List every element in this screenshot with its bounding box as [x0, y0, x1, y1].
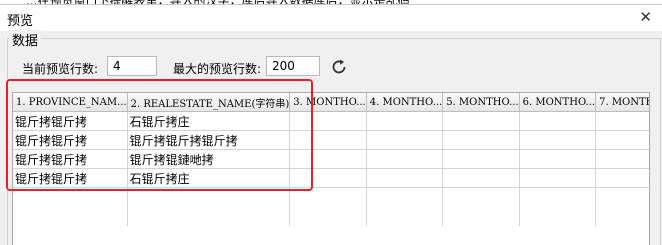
table-cell[interactable] — [366, 111, 444, 131]
table-cell[interactable] — [519, 111, 597, 131]
preview-table: 1. PROVINCE_NAM... 2. REALESTATE_NAME(字符串… — [12, 92, 650, 245]
table-cell[interactable] — [519, 168, 597, 188]
table-row[interactable]: 锟斤拷锟斤拷 石锟斤拷庄 — [13, 111, 649, 131]
table-cell[interactable] — [289, 168, 367, 188]
table-cell[interactable]: 锟斤拷锟斤拷 — [13, 149, 128, 169]
table-cell[interactable] — [366, 149, 444, 169]
column-header[interactable]: 4. MONTHO... — [366, 93, 444, 112]
empty-cell — [519, 206, 597, 226]
table-cell[interactable] — [442, 168, 520, 188]
table-cell[interactable] — [595, 130, 649, 150]
column-header[interactable]: 7. MONTH — [595, 93, 649, 112]
column-header[interactable]: 3. MONTHO... — [289, 93, 367, 112]
table-cell[interactable] — [519, 149, 597, 169]
empty-cell — [13, 187, 128, 207]
table-cell[interactable] — [595, 168, 649, 188]
column-header[interactable]: 1. PROVINCE_NAM... — [13, 93, 128, 112]
empty-cell — [366, 187, 444, 207]
empty-cell — [127, 206, 291, 226]
table-cell[interactable] — [595, 149, 649, 169]
table-cell[interactable] — [289, 149, 367, 169]
table-cell[interactable] — [289, 130, 367, 150]
table-cell[interactable]: 锟斤拷锟斤拷 — [13, 168, 128, 188]
empty-row — [13, 187, 649, 207]
empty-cell — [442, 206, 520, 226]
refresh-icon[interactable] — [330, 58, 348, 76]
group-label: 数据 — [9, 30, 42, 49]
empty-cell — [366, 206, 444, 226]
preview-rows-input[interactable] — [107, 56, 157, 76]
preview-rows-label: 当前预览行数: — [22, 62, 99, 76]
empty-cell — [442, 187, 520, 207]
max-rows-label: 最大的预览行数: — [173, 62, 262, 76]
table-row[interactable]: 锟斤拷锟斤拷 锟斤拷锟鏈哋拷 — [13, 149, 649, 169]
table-cell[interactable] — [289, 111, 367, 131]
empty-cell — [519, 187, 597, 207]
table-cell[interactable]: 石锟斤拷庄 — [127, 168, 291, 188]
table-row[interactable]: 锟斤拷锟斤拷 锟斤拷锟斤拷锟斤拷 — [13, 130, 649, 150]
column-header[interactable]: 6. MONTHO... — [519, 93, 597, 112]
empty-cell — [13, 206, 128, 226]
empty-cell — [595, 206, 649, 226]
table-row[interactable]: 锟斤拷锟斤拷 石锟斤拷庄 — [13, 168, 649, 188]
empty-cell — [289, 206, 367, 226]
table-cell[interactable] — [366, 130, 444, 150]
table-cell[interactable]: 石锟斤拷庄 — [127, 111, 291, 131]
max-rows-input[interactable] — [266, 56, 320, 76]
table-cell[interactable] — [442, 149, 520, 169]
column-header[interactable]: 5. MONTHO... — [442, 93, 520, 112]
table-cell[interactable]: 锟斤拷锟斤拷 — [13, 130, 128, 150]
table-cell[interactable]: 锟斤拷锟鏈哋拷 — [127, 149, 291, 169]
table-cell[interactable] — [442, 130, 520, 150]
empty-row — [13, 206, 649, 226]
table-cell[interactable]: 锟斤拷锟斤拷 — [13, 111, 128, 131]
empty-cell — [289, 187, 367, 207]
table-cell[interactable] — [595, 111, 649, 131]
data-table: 1. PROVINCE_NAM... 2. REALESTATE_NAME(字符串… — [13, 93, 649, 226]
empty-cell — [595, 187, 649, 207]
dialog-title: 预览 — [7, 14, 34, 29]
table-cell[interactable]: 锟斤拷锟斤拷锟斤拷 — [127, 130, 291, 150]
title-bar: 预览 ✕ — [0, 5, 662, 31]
column-header[interactable]: 2. REALESTATE_NAME(字符串) — [127, 93, 291, 112]
empty-cell — [127, 187, 291, 207]
table-cell[interactable] — [366, 168, 444, 188]
table-cell[interactable] — [519, 130, 597, 150]
table-cell[interactable] — [442, 111, 520, 131]
close-icon[interactable]: ✕ — [639, 8, 652, 26]
